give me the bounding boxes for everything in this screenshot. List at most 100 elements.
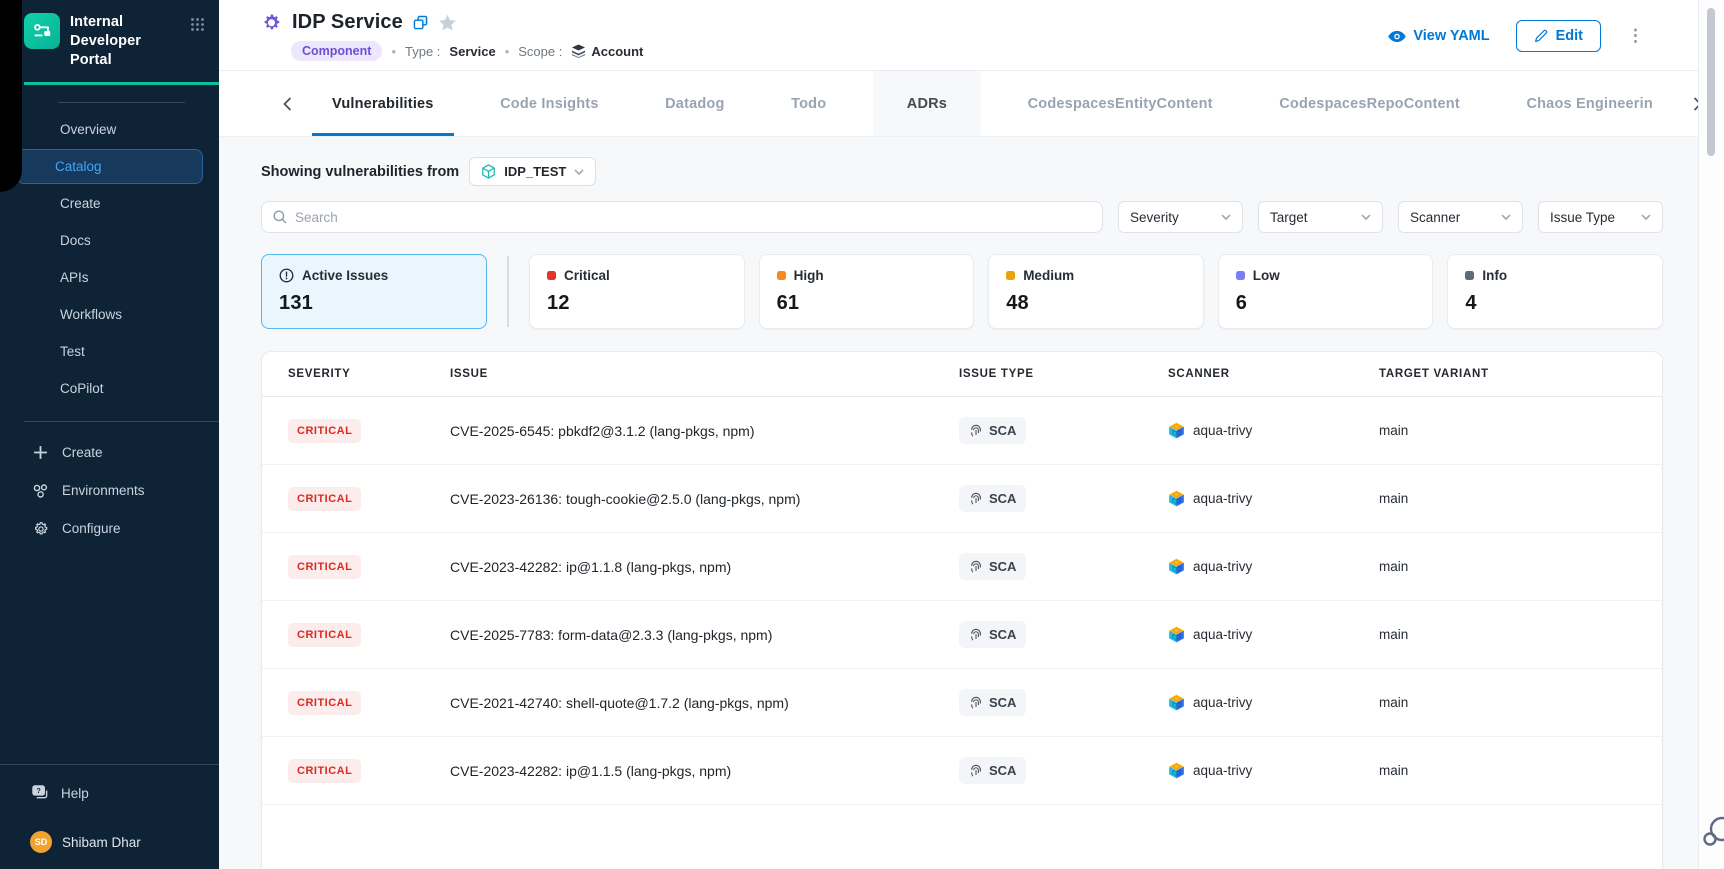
severity-badge: CRITICAL <box>288 623 361 647</box>
filter-issue-type[interactable]: Issue Type <box>1538 201 1663 233</box>
favorite-star-icon[interactable] <box>438 14 457 32</box>
sidebar-item-docs[interactable]: Docs <box>0 222 219 259</box>
trivy-logo-icon <box>1168 626 1185 643</box>
table-row[interactable]: CRITICAL CVE-2023-42282: ip@1.1.5 (lang-… <box>262 737 1662 805</box>
severity-badge: CRITICAL <box>288 487 361 511</box>
summary-cards-row: Active Issues 131 Critical 12 High 61 Me… <box>261 254 1663 329</box>
sidebar-item-workflows[interactable]: Workflows <box>0 296 219 333</box>
target-variant-cell: main <box>1379 695 1636 710</box>
logo-accent-divider <box>24 82 219 85</box>
sidebar-item-overview[interactable]: Overview <box>0 111 219 148</box>
severity-card-label: High <box>794 268 824 283</box>
filter-label: Scanner <box>1410 210 1460 225</box>
more-options-icon[interactable]: ⋮ <box>1627 31 1644 41</box>
entity-tab-strip: Vulnerabilities Code Insights Datadog Todo A… <box>219 71 1724 137</box>
chevron-down-icon <box>574 169 584 175</box>
tab-todo[interactable]: Todo <box>771 71 846 136</box>
issue-cell: CVE-2025-7783: form-data@2.3.3 (lang-pkg… <box>450 627 959 643</box>
nav-top-divider <box>58 102 185 103</box>
severity-cell: CRITICAL <box>288 691 450 715</box>
tab-adrs[interactable]: ADRs <box>873 71 981 136</box>
sidebar-action-label: Configure <box>62 521 121 536</box>
active-issues-label: Active Issues <box>302 268 388 283</box>
sidebar-item-copilot[interactable]: CoPilot <box>0 370 219 407</box>
filter-scanner[interactable]: Scanner <box>1398 201 1523 233</box>
environments-icon <box>32 483 49 499</box>
sidebar-item-apis[interactable]: APIs <box>0 259 219 296</box>
copy-icon[interactable] <box>413 15 428 30</box>
severity-card-critical[interactable]: Critical 12 <box>529 254 745 329</box>
table-row[interactable]: CRITICAL CVE-2021-42740: shell-quote@1.7… <box>262 669 1662 737</box>
table-row[interactable]: CRITICAL CVE-2023-42282: ip@1.1.8 (lang-… <box>262 533 1662 601</box>
help-chat-icon: ? <box>32 785 49 801</box>
filter-target[interactable]: Target <box>1258 201 1383 233</box>
user-menu[interactable]: SD Shibam Dhar <box>0 831 219 853</box>
sidebar-item-test[interactable]: Test <box>0 333 219 370</box>
active-issues-card[interactable]: Active Issues 131 <box>261 254 487 329</box>
severity-badge: CRITICAL <box>288 555 361 579</box>
sidebar-item-label: Workflows <box>60 307 122 322</box>
tab-label: Datadog <box>665 96 724 112</box>
issue-cell: CVE-2023-42282: ip@1.1.8 (lang-pkgs, npm… <box>450 559 959 575</box>
search-icon <box>273 210 287 224</box>
sidebar-item-help[interactable]: ? Help <box>0 785 219 801</box>
sidebar-item-catalog[interactable]: Catalog <box>16 149 203 184</box>
apps-grid-icon[interactable] <box>190 17 205 32</box>
scanner-cell: aqua-trivy <box>1168 694 1379 711</box>
sidebar-item-label: CoPilot <box>60 381 104 396</box>
tab-vulnerabilities[interactable]: Vulnerabilities <box>312 71 454 136</box>
tab-codespacesrepocontent[interactable]: CodespacesRepoContent <box>1259 71 1480 136</box>
issue-type-chip: SCA <box>959 485 1026 512</box>
severity-dot <box>777 271 786 280</box>
severity-cell: CRITICAL <box>288 759 450 783</box>
portal-logo-icon[interactable] <box>24 13 60 49</box>
sidebar-action-create[interactable]: Create <box>0 434 219 472</box>
severity-dot <box>1465 271 1474 280</box>
entity-header-actions: View YAML Edit ⋮ <box>1388 11 1644 61</box>
tab-datadog[interactable]: Datadog <box>645 71 744 136</box>
filter-label: Severity <box>1130 210 1179 225</box>
filter-severity[interactable]: Severity <box>1118 201 1243 233</box>
scope-label: Scope : <box>518 44 562 59</box>
severity-card-count: 61 <box>777 292 957 315</box>
target-variant-cell: main <box>1379 763 1636 778</box>
issue-type-chip: SCA <box>959 757 1026 784</box>
severity-card-medium[interactable]: Medium 48 <box>988 254 1204 329</box>
severity-card-info[interactable]: Info 4 <box>1447 254 1663 329</box>
table-row[interactable]: CRITICAL CVE-2023-26136: tough-cookie@2.… <box>262 465 1662 533</box>
sidebar-item-create[interactable]: Create <box>0 185 219 222</box>
sidebar-spacer <box>0 548 219 764</box>
issue-cell: CVE-2021-42740: shell-quote@1.7.2 (lang-… <box>450 695 959 711</box>
page-scrollbar-thumb[interactable] <box>1707 8 1715 156</box>
issue-type-cell: SCA <box>959 485 1168 512</box>
floating-help-widget-icon[interactable] <box>1700 811 1724 855</box>
edit-button[interactable]: Edit <box>1516 20 1601 52</box>
entity-kind-badge[interactable]: Component <box>291 41 382 61</box>
page-scrollbar-track[interactable] <box>1698 0 1724 869</box>
sidebar-action-configure[interactable]: Configure <box>0 510 219 548</box>
table-row[interactable]: CRITICAL CVE-2025-7783: form-data@2.3.3 … <box>262 601 1662 669</box>
tab-codespacesentitycontent[interactable]: CodespacesEntityContent <box>1008 71 1233 136</box>
scanner-cell: aqua-trivy <box>1168 762 1379 779</box>
target-variant-cell: main <box>1379 559 1636 574</box>
chevron-down-icon <box>1221 214 1231 220</box>
severity-card-label: Low <box>1253 268 1280 283</box>
target-variant-cell: main <box>1379 423 1636 438</box>
tab-chaos-engineerin[interactable]: Chaos Engineerin <box>1506 71 1672 136</box>
trivy-logo-icon <box>1168 762 1185 779</box>
target-selector[interactable]: IDP_TEST <box>469 157 596 186</box>
sidebar-footer: ? Help SD Shibam Dhar <box>0 764 219 869</box>
severity-card-high[interactable]: High 61 <box>759 254 975 329</box>
sidebar-action-environments[interactable]: Environments <box>0 472 219 510</box>
issue-type-chip: SCA <box>959 553 1026 580</box>
search-input[interactable] <box>295 210 1091 225</box>
chevron-down-icon <box>1501 214 1511 220</box>
tabs-scroll-left-icon[interactable] <box>275 71 300 136</box>
tab-code-insights[interactable]: Code Insights <box>480 71 618 136</box>
target-selector-value: IDP_TEST <box>504 164 566 179</box>
issue-cell: CVE-2023-26136: tough-cookie@2.5.0 (lang… <box>450 491 959 507</box>
showing-label: Showing vulnerabilities from <box>261 164 459 180</box>
severity-card-low[interactable]: Low 6 <box>1218 254 1434 329</box>
view-yaml-button[interactable]: View YAML <box>1388 28 1489 44</box>
table-row[interactable]: CRITICAL CVE-2025-6545: pbkdf2@3.1.2 (la… <box>262 397 1662 465</box>
